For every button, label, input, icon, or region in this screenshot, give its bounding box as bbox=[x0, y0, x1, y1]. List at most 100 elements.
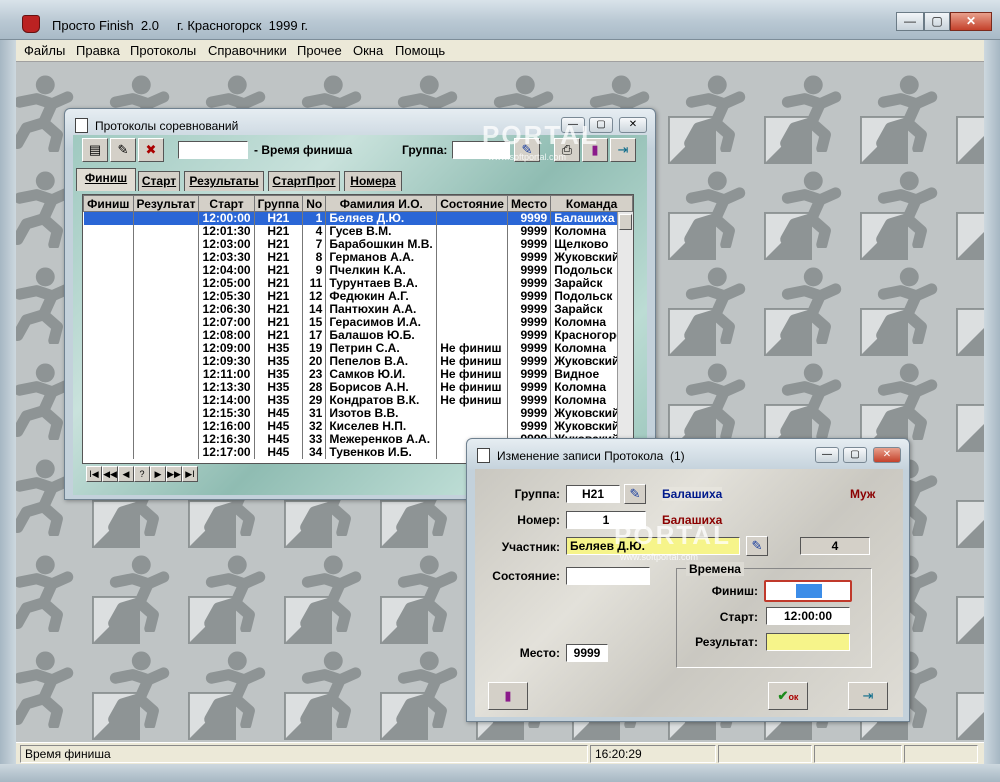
menu-other[interactable]: Прочее bbox=[297, 43, 342, 58]
nav-next-button[interactable]: ▶ bbox=[150, 466, 166, 482]
column-header[interactable]: Группа bbox=[253, 195, 304, 212]
table-row[interactable]: 12:15:30 H45 31 Изотов В.В. 9999 Жуковский bbox=[83, 407, 633, 420]
edit-record-icon[interactable]: ✎ bbox=[110, 138, 136, 162]
edit-minimize-button[interactable]: — bbox=[815, 447, 839, 463]
table-cell bbox=[83, 446, 134, 459]
finish-time-input[interactable] bbox=[178, 141, 248, 159]
start-time-field[interactable]: 12:00:00 bbox=[766, 607, 850, 625]
column-header[interactable]: Финиш bbox=[83, 195, 134, 212]
tab-start-protocol[interactable]: СтартПрот bbox=[268, 171, 340, 191]
table-row[interactable]: 12:09:00 H35 19 Петрин С.А. Не финиш 9999 Коло… bbox=[83, 342, 633, 355]
close-button[interactable]: ✕ bbox=[950, 12, 992, 31]
tab-numbers[interactable]: Номера bbox=[344, 171, 402, 191]
participant-lookup-icon[interactable]: ✎ bbox=[746, 536, 768, 556]
menu-windows[interactable]: Окна bbox=[353, 43, 383, 58]
scrollbar-thumb[interactable] bbox=[619, 214, 632, 230]
ok-button[interactable]: ✔ок bbox=[768, 682, 808, 710]
table-cell: 9999 bbox=[507, 238, 552, 251]
menu-help[interactable]: Помощь bbox=[395, 43, 445, 58]
table-row[interactable]: 12:16:00 H45 32 Киселев Н.П. 9999 Жуковский bbox=[83, 420, 633, 433]
state-field[interactable] bbox=[566, 567, 650, 585]
table-row[interactable]: 12:03:00 H21 7 Барабошкин М.В. 9999 Щелково bbox=[83, 238, 633, 251]
exit-button-icon[interactable]: ⇥ bbox=[848, 682, 888, 710]
menu-edit[interactable]: Правка bbox=[76, 43, 120, 58]
tab-finish[interactable]: Финиш bbox=[76, 168, 136, 191]
nav-next-page-button[interactable]: ▶▶ bbox=[166, 466, 182, 482]
record-navigator: I◀ ◀◀ ◀? ▶ ▶▶ ▶I bbox=[86, 466, 216, 482]
place-field[interactable]: 9999 bbox=[566, 644, 608, 662]
result-field-label: Результат: bbox=[695, 635, 758, 649]
table-cell bbox=[436, 316, 508, 329]
triangle-tile-icon bbox=[956, 116, 984, 164]
table-cell: 9 bbox=[302, 264, 327, 277]
book-button-icon[interactable]: ▮ bbox=[488, 682, 528, 710]
table-cell: H35 bbox=[254, 381, 304, 394]
result-field[interactable] bbox=[766, 633, 850, 651]
table-row[interactable]: 12:08:00 H21 17 Балашов Ю.Б. 9999 Красногорск bbox=[83, 329, 633, 342]
nav-prev-button[interactable]: ◀ bbox=[118, 466, 134, 482]
protocols-close-button[interactable]: ✕ bbox=[619, 117, 647, 133]
nav-prev-page-button[interactable]: ◀◀ bbox=[102, 466, 118, 482]
table-row[interactable]: 12:00:00 H21 1 Беляев Д.Ю. 9999 Балашиха bbox=[83, 211, 633, 225]
finish-time-field[interactable] bbox=[764, 580, 852, 602]
app-icon[interactable] bbox=[22, 15, 40, 33]
tab-start[interactable]: Старт bbox=[138, 171, 180, 191]
table-cell: H21 bbox=[254, 211, 304, 225]
triangle-tile-icon bbox=[956, 692, 984, 740]
table-cell: Беляев Д.Ю. bbox=[325, 211, 438, 225]
runner-icon bbox=[196, 642, 282, 731]
protocol-grid[interactable]: Финиш Результат Старт Группа No Фамилия И.О. С… bbox=[82, 194, 634, 464]
table-cell bbox=[83, 316, 134, 329]
menu-files[interactable]: Файлы bbox=[24, 43, 65, 58]
table-cell bbox=[83, 329, 134, 342]
nav-find-button[interactable]: ? bbox=[134, 466, 150, 482]
edit-maximize-button[interactable]: ▢ bbox=[843, 447, 867, 463]
column-header[interactable]: Место bbox=[506, 195, 552, 212]
table-row[interactable]: 12:11:00 H35 23 Самков Ю.И. Не финиш 9999 Видн… bbox=[83, 368, 633, 381]
group-field[interactable]: H21 bbox=[566, 485, 620, 503]
table-row[interactable]: 12:09:30 H35 20 Пепелов В.А. Не финиш 9999 Жук… bbox=[83, 355, 633, 368]
column-header[interactable]: Состояние bbox=[436, 195, 508, 212]
table-cell bbox=[133, 368, 200, 381]
table-row[interactable]: 12:13:30 H35 28 Борисов А.Н. Не финиш 9999 Кол… bbox=[83, 381, 633, 394]
table-row[interactable]: 12:05:30 H21 12 Федюкин А.Г. 9999 Подольск bbox=[83, 290, 633, 303]
nav-first-button[interactable]: I◀ bbox=[86, 466, 102, 482]
document-icon bbox=[477, 448, 490, 463]
new-record-icon[interactable]: ▤ bbox=[82, 138, 108, 162]
table-row[interactable]: 12:01:30 H21 4 Гусев В.М. 9999 Коломна bbox=[83, 225, 633, 238]
table-cell bbox=[133, 355, 200, 368]
group-lookup-icon[interactable]: ✎ bbox=[624, 484, 646, 504]
column-header[interactable]: Старт bbox=[198, 195, 255, 212]
table-row[interactable]: 12:06:30 H21 14 Пантюхин А.А. 9999 Зарайск bbox=[83, 303, 633, 316]
tab-results[interactable]: Результаты bbox=[184, 171, 264, 191]
column-header[interactable]: Результат bbox=[132, 195, 200, 212]
table-cell: 9999 bbox=[507, 394, 552, 407]
runner-icon bbox=[676, 66, 762, 155]
table-row[interactable]: 12:14:00 H35 29 Кондратов В.К. Не финиш 9999 К… bbox=[83, 394, 633, 407]
nav-last-button[interactable]: ▶I bbox=[182, 466, 198, 482]
delete-record-icon[interactable]: ✖ bbox=[138, 138, 164, 162]
table-cell: 33 bbox=[302, 433, 327, 446]
status-panel-4 bbox=[814, 745, 902, 763]
table-cell: 12:06:30 bbox=[198, 303, 255, 316]
grid-scrollbar[interactable] bbox=[617, 212, 633, 463]
menu-references[interactable]: Справочники bbox=[208, 43, 287, 58]
table-row[interactable]: 12:03:30 H21 8 Германов А.А. 9999 Жуковский bbox=[83, 251, 633, 264]
column-header[interactable]: Фамилия И.О. bbox=[325, 195, 438, 212]
runner-icon bbox=[292, 546, 378, 635]
table-cell: 9999 bbox=[507, 342, 552, 355]
menu-protocols[interactable]: Протоколы bbox=[130, 43, 196, 58]
minimize-button[interactable]: — bbox=[896, 12, 924, 31]
table-cell: Герасимов И.А. bbox=[325, 316, 438, 329]
table-row[interactable]: 12:04:00 H21 9 Пчелкин К.А. 9999 Подольск bbox=[83, 264, 633, 277]
table-row[interactable]: 12:05:00 H21 11 Турунтаев В.А. 9999 Зарайск bbox=[83, 277, 633, 290]
column-header[interactable]: No bbox=[302, 195, 327, 212]
column-header[interactable]: Команда bbox=[550, 195, 633, 212]
maximize-button[interactable]: ▢ bbox=[924, 12, 950, 31]
exit-icon[interactable]: ⇥ bbox=[610, 138, 636, 162]
table-cell bbox=[83, 225, 134, 238]
table-row[interactable]: 12:07:00 H21 15 Герасимов И.А. 9999 Коломна bbox=[83, 316, 633, 329]
runner-icon bbox=[676, 258, 762, 347]
edit-close-button[interactable]: ✕ bbox=[873, 447, 901, 463]
table-cell: 9999 bbox=[507, 277, 552, 290]
